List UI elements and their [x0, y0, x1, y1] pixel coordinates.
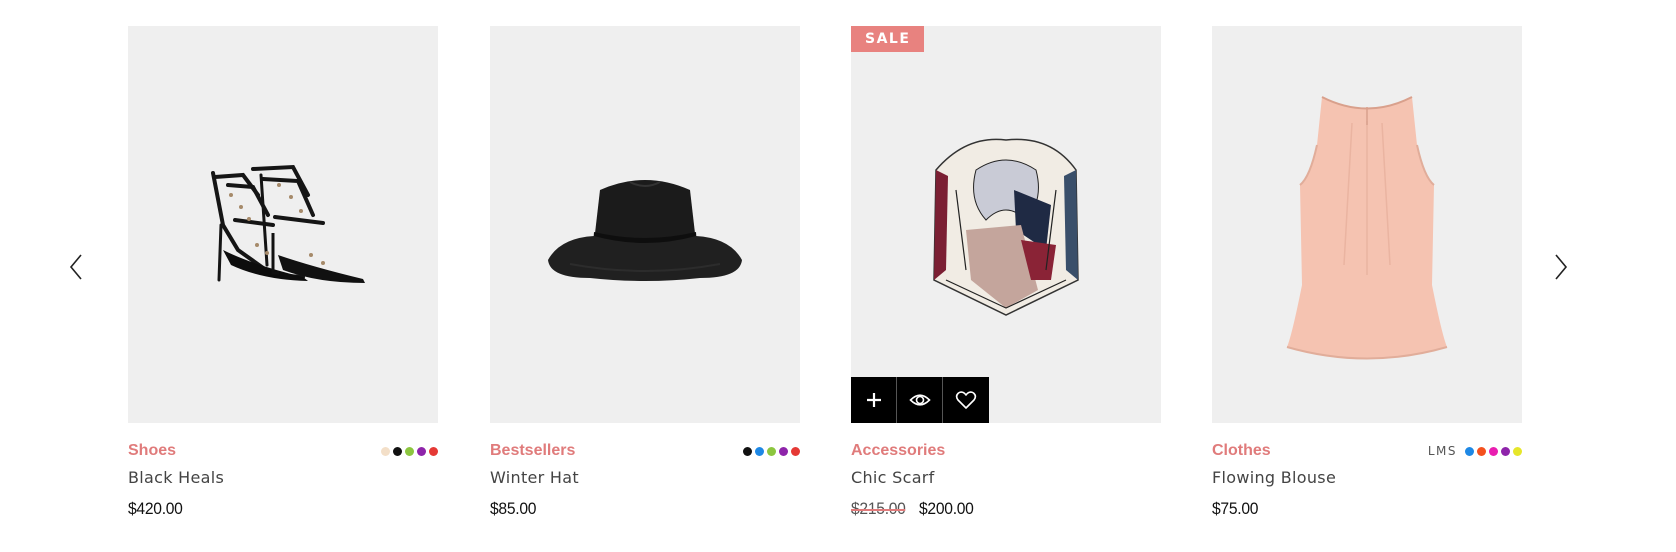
product-price: $200.00: [919, 499, 974, 518]
color-swatch[interactable]: [1477, 446, 1486, 456]
product-category[interactable]: Accessories: [851, 442, 945, 460]
product-image[interactable]: [128, 26, 438, 423]
winter-hat-image: [548, 179, 742, 281]
product-name[interactable]: Flowing Blouse: [1212, 468, 1522, 487]
product-category[interactable]: Shoes: [128, 442, 176, 460]
add-to-wishlist-button[interactable]: [943, 377, 989, 423]
color-swatch[interactable]: [743, 446, 752, 456]
color-swatch[interactable]: [767, 446, 776, 456]
product-name[interactable]: Black Heals: [128, 468, 438, 487]
color-swatch[interactable]: [1465, 446, 1474, 456]
product-price: $420.00: [128, 499, 183, 518]
carousel-next-button[interactable]: [1546, 252, 1576, 282]
product-image[interactable]: [490, 26, 800, 423]
color-swatch[interactable]: [393, 446, 402, 456]
product-image[interactable]: SALE: [851, 26, 1161, 423]
carousel-prev-button[interactable]: [61, 252, 91, 282]
product-image[interactable]: [1212, 26, 1522, 423]
color-swatch[interactable]: [791, 446, 800, 456]
product-price: $75.00: [1212, 499, 1259, 518]
color-swatch[interactable]: [381, 446, 390, 456]
color-swatches: [381, 446, 438, 456]
add-to-cart-button[interactable]: [851, 377, 897, 423]
product-card: Clothes LMS Flowing Blouse $75.00: [1212, 26, 1522, 519]
product-action-bar: [851, 377, 989, 423]
color-swatch[interactable]: [405, 446, 414, 456]
product-card: Shoes Black Heals $420.00: [128, 26, 438, 519]
color-swatch[interactable]: [1513, 446, 1522, 456]
size-options[interactable]: LMS: [1428, 444, 1457, 458]
color-swatch[interactable]: [755, 446, 764, 456]
product-price: $85.00: [490, 499, 537, 518]
color-swatch[interactable]: [1501, 446, 1510, 456]
product-name[interactable]: Chic Scarf: [851, 468, 1161, 487]
eye-icon: [908, 394, 931, 406]
color-swatch[interactable]: [779, 446, 788, 456]
color-swatch[interactable]: [1489, 446, 1498, 456]
color-swatches: LMS: [1428, 444, 1522, 458]
quick-view-button[interactable]: [897, 377, 943, 423]
product-price-old: $215.00: [851, 499, 906, 518]
product-category[interactable]: Bestsellers: [490, 442, 575, 460]
heart-icon: [955, 391, 977, 409]
product-card: Bestsellers Winter Hat $85.00: [490, 26, 800, 519]
chevron-right-icon: [1555, 254, 1568, 280]
black-heels-image: [211, 164, 365, 283]
product-name[interactable]: Winter Hat: [490, 468, 800, 487]
color-swatch[interactable]: [417, 446, 426, 456]
flowing-blouse-image: [1286, 95, 1448, 359]
chevron-left-icon: [69, 254, 82, 280]
product-carousel: Shoes Black Heals $420.00 Bestsellers Wi…: [0, 0, 1676, 552]
color-swatch[interactable]: [429, 446, 438, 456]
color-swatches: [743, 446, 800, 456]
chic-scarf-image: [933, 138, 1079, 316]
sale-badge: SALE: [851, 26, 925, 52]
product-card: SALE Accessories Chic Scarf $215.00 $200…: [851, 26, 1161, 519]
product-category[interactable]: Clothes: [1212, 442, 1271, 460]
plus-icon: [866, 393, 881, 407]
